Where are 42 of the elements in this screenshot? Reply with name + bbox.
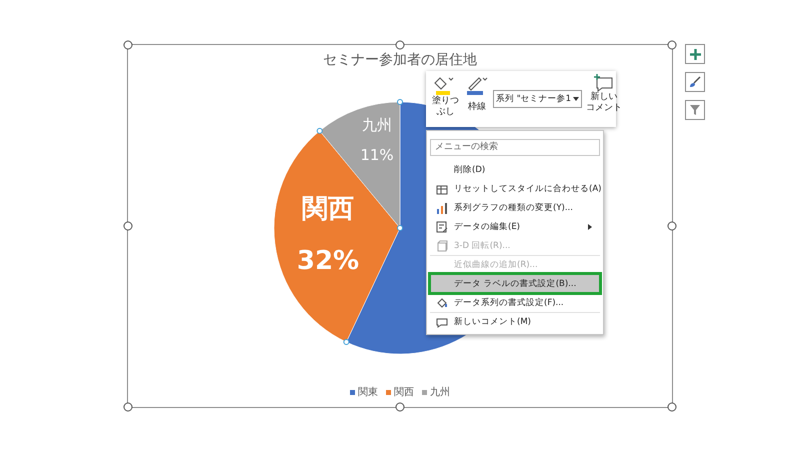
- resize-handle[interactable]: [124, 402, 132, 412]
- filter-icon: [689, 104, 701, 116]
- resize-handle[interactable]: [668, 40, 676, 50]
- caret-icon: [573, 97, 580, 101]
- menu-item[interactable]: リセットしてスタイルに合わせる(A): [430, 178, 600, 198]
- selection-handle[interactable]: [316, 128, 323, 134]
- search-field[interactable]: メニューの検索: [430, 138, 600, 156]
- selection-handle[interactable]: [343, 339, 350, 345]
- paint-bucket-icon: [436, 296, 448, 308]
- table-icon: [436, 182, 448, 194]
- add-element-button[interactable]: [685, 44, 705, 64]
- resize-handle[interactable]: [396, 40, 404, 50]
- resize-handle[interactable]: [124, 40, 132, 50]
- brush-icon: [689, 76, 701, 88]
- legend-item: 関西: [386, 385, 414, 399]
- menu-item[interactable]: データの編集(E): [430, 216, 600, 236]
- cube-icon: [436, 240, 448, 252]
- menu-item[interactable]: データ ラベルの書式設定(B)...: [430, 274, 600, 292]
- chart-title: セミナー参加者の居住地: [323, 51, 477, 70]
- plus-icon: [690, 48, 700, 60]
- menu-item[interactable]: 新しいコメント(M): [430, 312, 600, 330]
- fill-button[interactable]: 塗りつ ぶし: [430, 74, 461, 118]
- bar-chart-icon: [436, 202, 448, 214]
- outline-button[interactable]: 枠線: [463, 74, 491, 113]
- new-comment-button[interactable]: 新しい コメント: [584, 74, 624, 114]
- chart-style-button[interactable]: [685, 72, 705, 92]
- chart-filter-button[interactable]: [685, 100, 705, 120]
- series-dropdown[interactable]: 系列 "セミナー参1: [493, 90, 582, 108]
- resize-handle[interactable]: [668, 222, 676, 230]
- edit-data-icon: [436, 220, 448, 232]
- comment-icon: [436, 316, 448, 328]
- legend-item: 九州: [422, 385, 450, 399]
- resize-handle[interactable]: [124, 222, 132, 230]
- menu-item[interactable]: 系列グラフの種類の変更(Y)...: [430, 198, 600, 216]
- menu-item[interactable]: 削除(D): [430, 160, 600, 178]
- selection-handle[interactable]: [397, 99, 403, 105]
- legend-item: 関東: [350, 385, 378, 399]
- submenu-arrow-icon: [588, 224, 592, 230]
- resize-handle[interactable]: [396, 402, 404, 412]
- menu-item[interactable]: データ系列の書式設定(F)...: [430, 292, 600, 312]
- selection-handle[interactable]: [397, 225, 403, 231]
- resize-handle[interactable]: [668, 402, 676, 412]
